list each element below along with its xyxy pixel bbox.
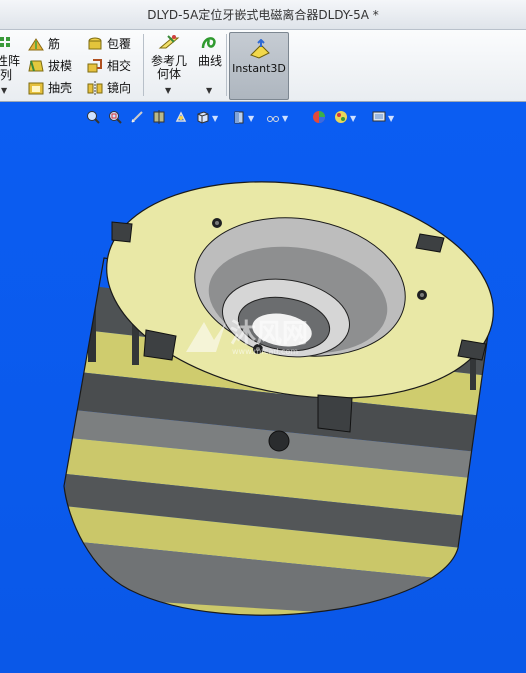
mirror-icon bbox=[87, 80, 103, 95]
linear-pattern-icon bbox=[0, 37, 10, 47]
linear-pattern-button[interactable]: 性阵 列 bbox=[0, 34, 22, 84]
reference-geometry-dropdown[interactable]: ▼ bbox=[165, 86, 171, 95]
graphics-viewport[interactable]: ▼ ▼ ▼ ▼ ▼ 沐风网 www.mfcad.com bbox=[0, 102, 526, 673]
rib-label: 筋 bbox=[48, 37, 61, 51]
shell-icon bbox=[28, 82, 44, 94]
intersect-button[interactable]: 相交 bbox=[87, 57, 131, 74]
reference-geometry-icon bbox=[158, 35, 180, 49]
draft-icon bbox=[28, 60, 44, 71]
watermark-text: 沐风网 bbox=[230, 319, 308, 349]
shell-label: 抽壳 bbox=[48, 81, 73, 95]
ribbon-separator bbox=[143, 34, 144, 96]
linear-pattern-dropdown[interactable]: ▼ bbox=[1, 86, 7, 95]
reference-geometry-label-2: 何体 bbox=[156, 67, 181, 81]
watermark-url: www.mfcad.com bbox=[232, 347, 298, 356]
clutch-3d-model[interactable]: 沐风网 www.mfcad.com bbox=[0, 102, 526, 673]
linear-pattern-label-bottom: 列 bbox=[0, 68, 13, 82]
wrap-button[interactable]: 包覆 bbox=[87, 35, 131, 52]
instant3d-icon bbox=[250, 39, 270, 59]
instant3d-button[interactable]: Instant3D bbox=[229, 32, 289, 100]
intersect-label: 相交 bbox=[107, 59, 132, 73]
curves-button[interactable]: 曲线 bbox=[195, 34, 225, 68]
command-manager-ribbon: 性阵 列 ▼ 筋 拔模 抽壳 包覆 相交 镜向 参考几 何体 ▼ 曲线 ▼ In… bbox=[0, 30, 526, 102]
draft-label: 拔模 bbox=[48, 59, 73, 73]
curves-label: 曲线 bbox=[197, 54, 222, 68]
mirror-label: 镜向 bbox=[107, 81, 132, 95]
wrap-icon bbox=[88, 37, 102, 49]
reference-geometry-button[interactable]: 参考几 何体 bbox=[149, 34, 189, 81]
window-titlebar: DLYD-5A定位牙嵌式电磁离合器DLDY-5A * bbox=[0, 0, 526, 30]
watermark-logo: 沐风网 www.mfcad.com bbox=[186, 319, 308, 356]
ribbon-separator bbox=[226, 34, 227, 96]
curves-dropdown[interactable]: ▼ bbox=[206, 86, 212, 95]
mirror-button[interactable]: 镜向 bbox=[87, 79, 131, 96]
shell-button[interactable]: 抽壳 bbox=[28, 79, 72, 96]
instant3d-label: Instant3D bbox=[232, 62, 286, 75]
rib-button[interactable]: 筋 bbox=[28, 35, 60, 52]
draft-button[interactable]: 拔模 bbox=[28, 57, 72, 74]
window-title: DLYD-5A定位牙嵌式电磁离合器DLDY-5A * bbox=[147, 8, 379, 22]
rib-icon bbox=[28, 37, 44, 50]
curves-icon bbox=[201, 37, 216, 49]
wrap-label: 包覆 bbox=[107, 37, 132, 51]
intersect-icon bbox=[87, 58, 102, 72]
